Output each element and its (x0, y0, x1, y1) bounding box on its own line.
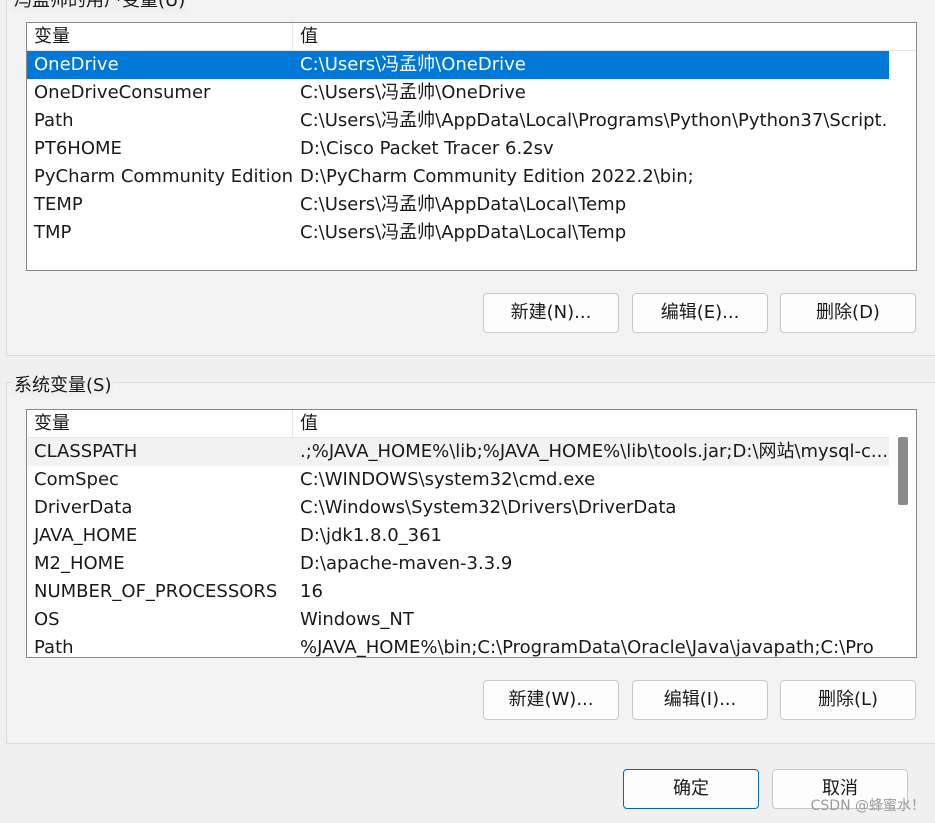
variable-value: C:\Users\冯孟帅\AppData\Local\Temp (300, 194, 627, 215)
table-row[interactable]: PT6HOME D:\Cisco Packet Tracer 6.2sv (27, 135, 889, 163)
variable-name: OS (34, 609, 60, 630)
user-delete-button[interactable]: 删除(D) (780, 293, 916, 333)
system-variables-list[interactable]: 变量 值 CLASSPATH .;%JAVA_HOME%\lib;%JAVA_H… (26, 409, 917, 658)
user-variables-list[interactable]: 变量 值 OneDrive C:\Users\冯孟帅\OneDrive OneD… (26, 22, 917, 271)
variable-value: D:\PyCharm Community Edition 2022.2\bin; (300, 166, 694, 187)
user-variables-header: 变量 值 (27, 23, 916, 51)
variable-value: 16 (300, 581, 323, 602)
variable-name: NUMBER_OF_PROCESSORS (34, 581, 278, 602)
variable-value: D:\apache-maven-3.3.9 (300, 553, 513, 574)
table-row[interactable]: Path C:\Users\冯孟帅\AppData\Local\Programs… (27, 107, 889, 135)
system-variables-header: 变量 值 (27, 410, 889, 438)
ok-button[interactable]: 确定 (623, 769, 759, 809)
table-row[interactable]: Path %JAVA_HOME%\bin;C:\ProgramData\Orac… (27, 634, 889, 658)
user-variables-title: 冯孟帅的用户变量(U) (12, 0, 188, 12)
variable-name: Path (34, 110, 74, 131)
variable-name: OneDrive (34, 54, 119, 75)
user-variables-rows: OneDrive C:\Users\冯孟帅\OneDrive OneDriveC… (27, 51, 889, 247)
table-row[interactable]: TEMP C:\Users\冯孟帅\AppData\Local\Temp (27, 191, 889, 219)
column-header-variable[interactable]: 变量 (27, 23, 293, 51)
variable-name: PyCharm Community Edition (34, 166, 293, 187)
table-row[interactable]: OneDriveConsumer C:\Users\冯孟帅\OneDrive (27, 79, 889, 107)
column-header-value[interactable]: 值 (293, 410, 889, 438)
variable-name: DriverData (34, 497, 133, 518)
system-variables-title: 系统变量(S) (12, 371, 114, 397)
variable-name: OneDriveConsumer (34, 82, 211, 103)
user-edit-button[interactable]: 编辑(E)... (632, 293, 768, 333)
variable-value: C:\Users\冯孟帅\AppData\Local\Programs\Pyth… (300, 110, 889, 131)
variable-name: CLASSPATH (34, 441, 138, 462)
watermark: CSDN @蜂蜜水！ (810, 798, 925, 814)
variable-name: TMP (34, 222, 72, 243)
variable-name: Path (34, 637, 74, 658)
variable-name: JAVA_HOME (34, 525, 138, 546)
system-edit-button[interactable]: 编辑(I)... (632, 680, 768, 720)
column-header-value[interactable]: 值 (293, 23, 916, 51)
table-row[interactable]: CLASSPATH .;%JAVA_HOME%\lib;%JAVA_HOME%\… (27, 438, 889, 466)
table-row[interactable]: NUMBER_OF_PROCESSORS 16 (27, 578, 889, 606)
table-row[interactable]: ComSpec C:\WINDOWS\system32\cmd.exe (27, 466, 889, 494)
table-row[interactable]: OneDrive C:\Users\冯孟帅\OneDrive (27, 51, 889, 79)
system-delete-button[interactable]: 删除(L) (780, 680, 916, 720)
system-variables-rows: CLASSPATH .;%JAVA_HOME%\lib;%JAVA_HOME%\… (27, 438, 889, 658)
variable-name: PT6HOME (34, 138, 122, 159)
variable-value: C:\Users\冯孟帅\OneDrive (300, 82, 526, 103)
table-row[interactable]: PyCharm Community Edition D:\PyCharm Com… (27, 163, 889, 191)
table-row[interactable]: M2_HOME D:\apache-maven-3.3.9 (27, 550, 889, 578)
user-new-button[interactable]: 新建(N)... (483, 293, 619, 333)
variable-name: TEMP (34, 194, 83, 215)
system-new-button[interactable]: 新建(W)... (483, 680, 619, 720)
variable-name: ComSpec (34, 469, 119, 490)
table-row[interactable]: OS Windows_NT (27, 606, 889, 634)
variable-value: C:\WINDOWS\system32\cmd.exe (300, 469, 596, 490)
vertical-scrollbar[interactable] (889, 410, 916, 657)
variable-name: M2_HOME (34, 553, 125, 574)
variable-value: D:\jdk1.8.0_361 (300, 525, 442, 546)
variable-value: %JAVA_HOME%\bin;C:\ProgramData\Oracle\Ja… (300, 637, 874, 658)
variable-value: D:\Cisco Packet Tracer 6.2sv (300, 138, 554, 159)
variable-value: C:\Windows\System32\Drivers\DriverData (300, 497, 677, 518)
table-row[interactable]: TMP C:\Users\冯孟帅\AppData\Local\Temp (27, 219, 889, 247)
column-header-variable[interactable]: 变量 (27, 410, 293, 438)
variable-value: C:\Users\冯孟帅\OneDrive (300, 54, 526, 75)
variable-value: Windows_NT (300, 609, 414, 630)
table-row[interactable]: JAVA_HOME D:\jdk1.8.0_361 (27, 522, 889, 550)
variable-value: C:\Users\冯孟帅\AppData\Local\Temp (300, 222, 627, 243)
table-row[interactable]: DriverData C:\Windows\System32\Drivers\D… (27, 494, 889, 522)
scrollbar-thumb[interactable] (898, 437, 908, 505)
variable-value: .;%JAVA_HOME%\lib;%JAVA_HOME%\lib\tools.… (300, 441, 889, 462)
